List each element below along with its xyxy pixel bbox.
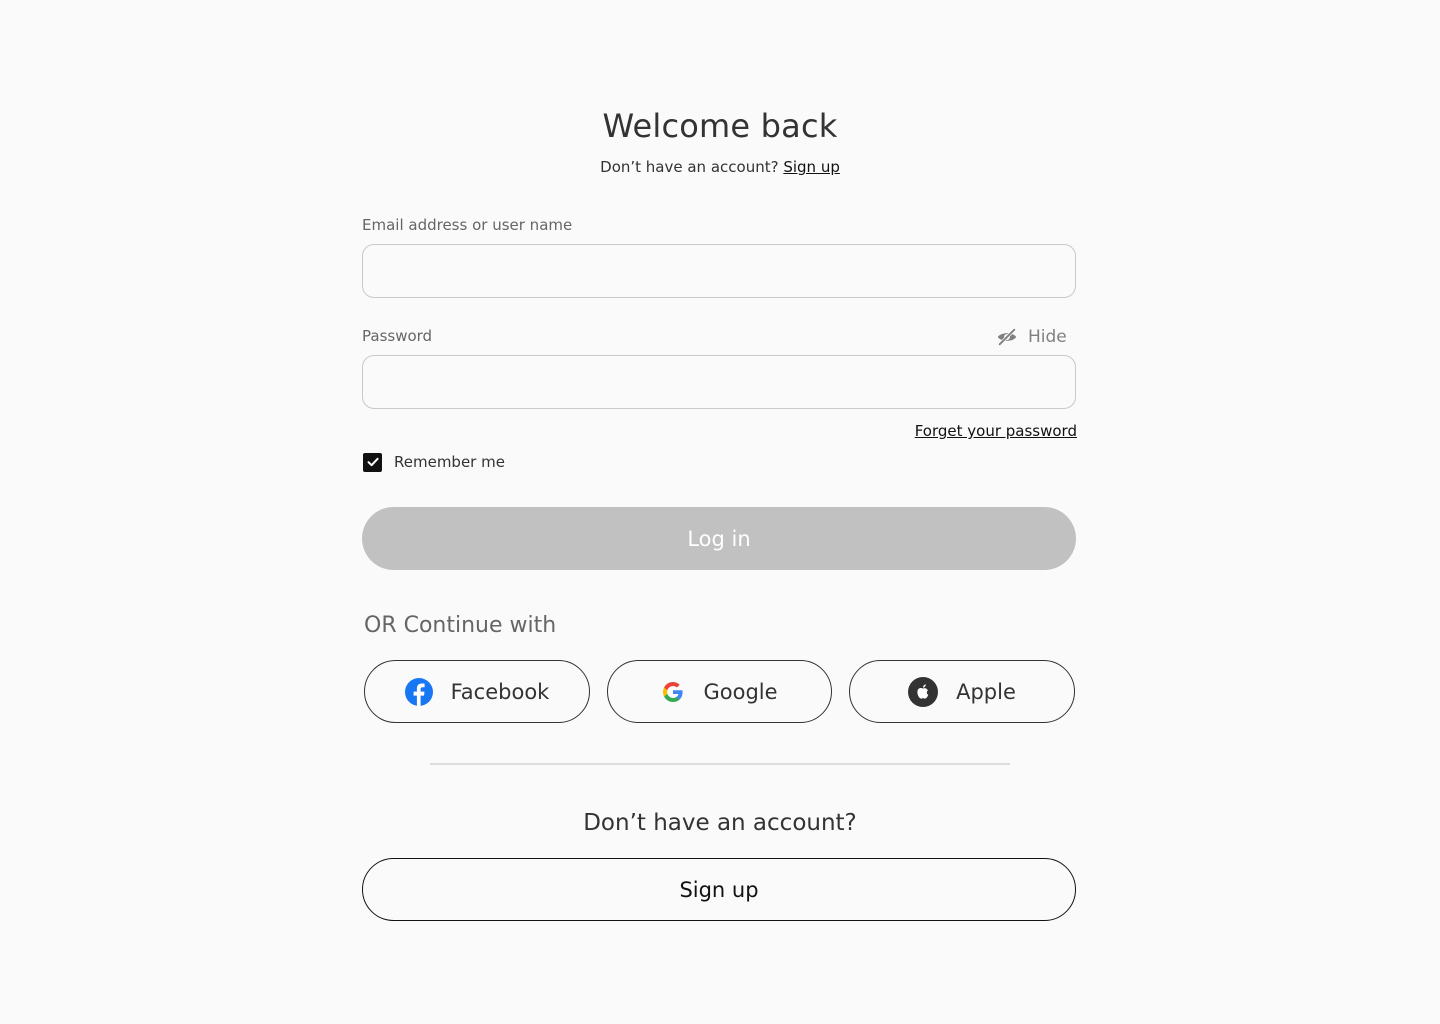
login-button[interactable]: Log in bbox=[362, 507, 1076, 570]
password-field[interactable] bbox=[362, 355, 1076, 409]
password-visibility-toggle[interactable]: Hide bbox=[996, 325, 1067, 349]
apple-label: Apple bbox=[956, 679, 1016, 704]
password-toggle-label: Hide bbox=[1028, 327, 1067, 347]
remember-me-label: Remember me bbox=[394, 453, 505, 471]
page-title: Welcome back bbox=[602, 107, 838, 145]
email-field[interactable] bbox=[362, 244, 1076, 298]
facebook-label: Facebook bbox=[450, 679, 550, 704]
email-label: Email address or user name bbox=[362, 216, 573, 234]
no-account-heading: Don’t have an account? bbox=[583, 810, 857, 836]
signup-button[interactable]: Sign up bbox=[362, 858, 1076, 921]
facebook-icon bbox=[404, 677, 433, 706]
google-label: Google bbox=[703, 679, 778, 704]
subtitle-text: Don’t have an account? bbox=[600, 158, 779, 176]
password-label: Password bbox=[362, 327, 433, 345]
page-subtitle: Don’t have an account? Sign up bbox=[0, 156, 1440, 178]
remember-me-checkbox[interactable]: Remember me bbox=[363, 452, 505, 472]
google-icon bbox=[661, 680, 685, 704]
apple-login-button[interactable]: Apple bbox=[849, 660, 1075, 723]
apple-icon bbox=[908, 676, 939, 707]
social-login-heading: OR Continue with bbox=[364, 613, 557, 638]
google-login-button[interactable]: Google bbox=[607, 660, 832, 723]
header-signup-link[interactable]: Sign up bbox=[783, 158, 840, 176]
facebook-login-button[interactable]: Facebook bbox=[364, 660, 590, 723]
eye-slash-icon bbox=[996, 326, 1018, 348]
forgot-password-link[interactable]: Forget your password bbox=[915, 421, 1077, 441]
checkmark-icon bbox=[367, 457, 379, 467]
checkbox-checked[interactable] bbox=[363, 452, 382, 472]
section-divider bbox=[430, 763, 1010, 765]
